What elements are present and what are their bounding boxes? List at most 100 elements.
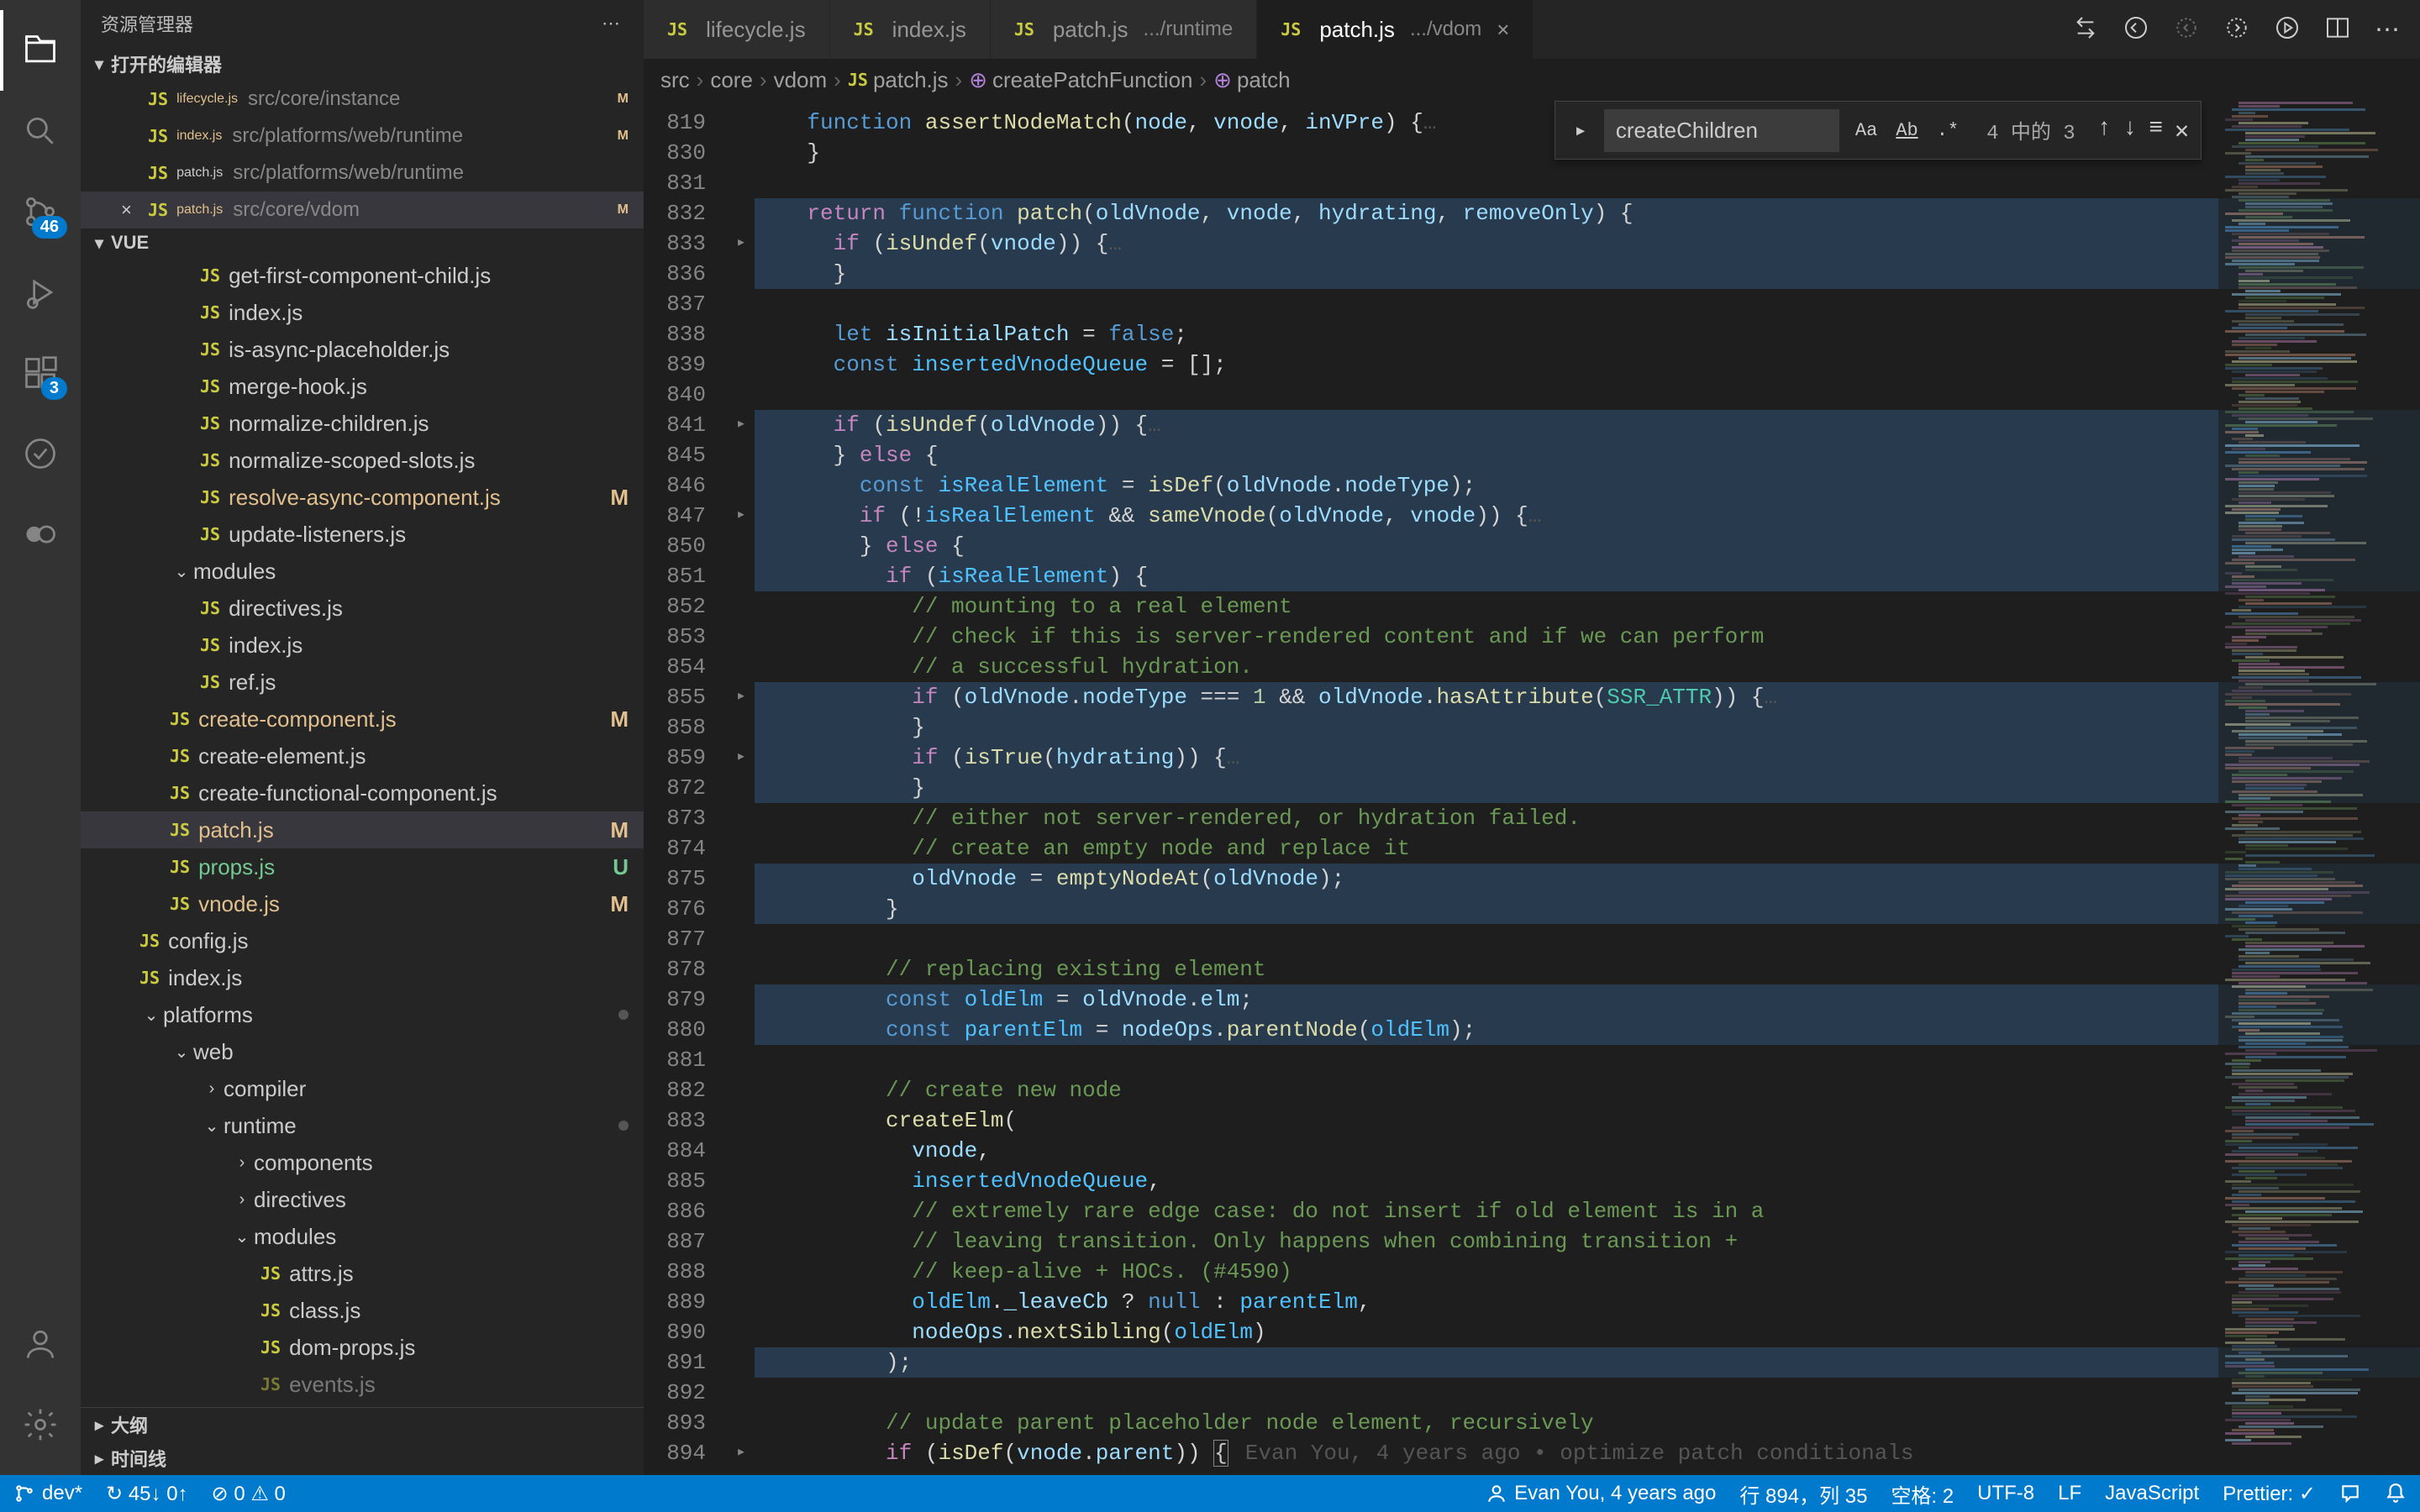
code-line[interactable]: vnode, bbox=[755, 1136, 2420, 1166]
explorer-icon[interactable] bbox=[0, 10, 81, 91]
code-line[interactable]: insertedVnodeQueue, bbox=[755, 1166, 2420, 1196]
extensions-icon[interactable]: 3 bbox=[0, 333, 81, 413]
folder-item[interactable]: ›components bbox=[81, 1144, 644, 1181]
file-item[interactable]: JSget-first-component-child.js bbox=[81, 257, 644, 294]
split-icon[interactable] bbox=[2324, 14, 2351, 45]
status-eol[interactable]: LF bbox=[2058, 1479, 2081, 1509]
diff-prev-icon[interactable] bbox=[2123, 14, 2149, 45]
code-line[interactable]: if (isDef(vnode.parent)) {Evan You, 4 ye… bbox=[755, 1438, 2420, 1468]
code-line[interactable]: oldElm._leaveCb ? null : parentElm, bbox=[755, 1287, 2420, 1317]
sidebar-more-icon[interactable]: ⋯ bbox=[602, 13, 623, 34]
find-selection-icon[interactable]: ≡ bbox=[2149, 116, 2163, 145]
editor-tab[interactable]: JS patch.js .../runtime bbox=[991, 0, 1257, 59]
code-line[interactable]: // update parent placeholder node elemen… bbox=[755, 1408, 2420, 1438]
file-item[interactable]: JSnormalize-scoped-slots.js bbox=[81, 442, 644, 479]
code-line[interactable]: if (!isRealElement && sameVnode(oldVnode… bbox=[755, 501, 2420, 531]
code-line[interactable]: nodeOps.nextSibling(oldElm) bbox=[755, 1317, 2420, 1347]
file-item[interactable]: JSattrs.js bbox=[81, 1255, 644, 1292]
file-item[interactable]: JScreate-component.jsM bbox=[81, 701, 644, 738]
breadcrumb-item[interactable]: src bbox=[660, 67, 690, 93]
settings-icon[interactable] bbox=[0, 1384, 81, 1465]
file-item[interactable]: JSresolve-async-component.jsM bbox=[81, 479, 644, 516]
file-item[interactable]: JSprops.jsU bbox=[81, 848, 644, 885]
code-line[interactable]: // create an empty node and replace it bbox=[755, 833, 2420, 864]
code-line[interactable]: if (isTrue(hydrating)) {… bbox=[755, 743, 2420, 773]
code-line[interactable]: // keep-alive + HOCs. (#4590) bbox=[755, 1257, 2420, 1287]
code-line[interactable]: const oldElm = oldVnode.elm; bbox=[755, 984, 2420, 1015]
outline-header[interactable]: ▸大纲 bbox=[81, 1408, 644, 1441]
open-editor-item[interactable]: JS lifecycle.js src/core/instance M bbox=[81, 81, 644, 118]
code-line[interactable]: if (isUndef(vnode)) {… bbox=[755, 228, 2420, 259]
status-cursor[interactable]: 行 894，列 35 bbox=[1739, 1479, 1867, 1509]
code-line[interactable]: return function patch(oldVnode, vnode, h… bbox=[755, 198, 2420, 228]
code-line[interactable]: const isRealElement = isDef(oldVnode.nod… bbox=[755, 470, 2420, 501]
editor-tab[interactable]: JS lifecycle.js bbox=[644, 0, 830, 59]
code-line[interactable]: } bbox=[755, 712, 2420, 743]
code-line[interactable] bbox=[755, 924, 2420, 954]
find-case-icon[interactable]: Aa bbox=[1849, 116, 1883, 145]
editor-tab[interactable]: JS patch.js .../vdom × bbox=[1257, 0, 1534, 59]
code-line[interactable]: // either not server-rendered, or hydrat… bbox=[755, 803, 2420, 833]
code-line[interactable]: const insertedVnodeQueue = []; bbox=[755, 349, 2420, 380]
code-line[interactable]: const parentElm = nodeOps.parentNode(old… bbox=[755, 1015, 2420, 1045]
code-line[interactable]: // check if this is server-rendered cont… bbox=[755, 622, 2420, 652]
code-line[interactable] bbox=[755, 289, 2420, 319]
status-blame[interactable]: Evan You, 4 years ago bbox=[1486, 1479, 1716, 1509]
scm-icon[interactable]: 46 bbox=[0, 171, 81, 252]
folder-item[interactable]: ›compiler bbox=[81, 1070, 644, 1107]
find-word-icon[interactable]: Ab bbox=[1890, 116, 1923, 145]
code-line[interactable]: oldVnode = emptyNodeAt(oldVnode); bbox=[755, 864, 2420, 894]
open-editor-item[interactable]: × JS patch.js src/core/vdom M bbox=[81, 192, 644, 228]
file-item[interactable]: JSvnode.jsM bbox=[81, 885, 644, 922]
minimap[interactable] bbox=[2218, 101, 2420, 1475]
breadcrumb-item[interactable]: vdom bbox=[774, 67, 828, 93]
code-line[interactable]: } bbox=[755, 894, 2420, 924]
status-bell-icon[interactable] bbox=[2385, 1479, 2407, 1509]
breadcrumbs[interactable]: src›core›vdom›JSpatch.js›⊕createPatchFun… bbox=[644, 59, 2420, 101]
status-branch[interactable]: dev* bbox=[13, 1482, 82, 1505]
code-line[interactable]: let isInitialPatch = false; bbox=[755, 319, 2420, 349]
more-icon[interactable]: ⋯ bbox=[2375, 15, 2400, 45]
file-item[interactable]: JSupdate-listeners.js bbox=[81, 516, 644, 553]
status-problems[interactable]: ⊘ 0 ⚠ 0 bbox=[212, 1482, 286, 1506]
folder-item[interactable]: ⌄modules bbox=[81, 553, 644, 590]
code-line[interactable]: // replacing existing element bbox=[755, 954, 2420, 984]
codespace-icon[interactable] bbox=[0, 413, 81, 494]
close-icon[interactable]: × bbox=[121, 199, 141, 221]
breadcrumb-item[interactable]: JSpatch.js bbox=[848, 67, 949, 93]
code-line[interactable]: if (oldVnode.nodeType === 1 && oldVnode.… bbox=[755, 682, 2420, 712]
code-line[interactable]: } else { bbox=[755, 440, 2420, 470]
breadcrumb-item[interactable]: ⊕patch bbox=[1213, 67, 1290, 93]
code-line[interactable]: // leaving transition. Only happens when… bbox=[755, 1226, 2420, 1257]
file-item[interactable]: JSevents.js bbox=[81, 1366, 644, 1403]
status-lang[interactable]: JavaScript bbox=[2105, 1479, 2199, 1509]
nav-prev-icon[interactable] bbox=[2173, 14, 2200, 45]
find-prev-icon[interactable]: ↑ bbox=[2097, 116, 2112, 145]
code-line[interactable]: } bbox=[755, 259, 2420, 289]
status-feedback-icon[interactable] bbox=[2339, 1479, 2361, 1509]
find-next-icon[interactable]: ↓ bbox=[2123, 116, 2138, 145]
workspace-header[interactable]: ▾VUE bbox=[81, 228, 644, 257]
open-editor-item[interactable]: JS patch.js src/platforms/web/runtime bbox=[81, 155, 644, 192]
compare-icon[interactable] bbox=[2072, 14, 2099, 45]
find-expand-icon[interactable]: ▸ bbox=[1567, 118, 1594, 144]
code-line[interactable]: // create new node bbox=[755, 1075, 2420, 1105]
code-line[interactable] bbox=[755, 1045, 2420, 1075]
file-item[interactable]: JSpatch.jsM bbox=[81, 811, 644, 848]
open-editor-item[interactable]: JS index.js src/platforms/web/runtime M bbox=[81, 118, 644, 155]
file-item[interactable]: JSindex.js bbox=[81, 294, 644, 331]
timeline-header[interactable]: ▸时间线 bbox=[81, 1441, 644, 1475]
file-item[interactable]: JScreate-functional-component.js bbox=[81, 774, 644, 811]
run-icon[interactable] bbox=[2274, 14, 2301, 45]
code-line[interactable]: if (isUndef(oldVnode)) {… bbox=[755, 410, 2420, 440]
folder-item[interactable]: ⌄platforms bbox=[81, 996, 644, 1033]
code-line[interactable] bbox=[755, 1378, 2420, 1408]
file-item[interactable]: JSdom-props.js bbox=[81, 1329, 644, 1366]
code-line[interactable]: } else { bbox=[755, 531, 2420, 561]
find-input[interactable] bbox=[1604, 109, 1839, 152]
folder-item[interactable]: ›directives bbox=[81, 1181, 644, 1218]
masks-icon[interactable] bbox=[0, 494, 81, 575]
breadcrumb-item[interactable]: core bbox=[710, 67, 753, 93]
folder-item[interactable]: ⌄modules bbox=[81, 1218, 644, 1255]
file-item[interactable]: JScreate-element.js bbox=[81, 738, 644, 774]
